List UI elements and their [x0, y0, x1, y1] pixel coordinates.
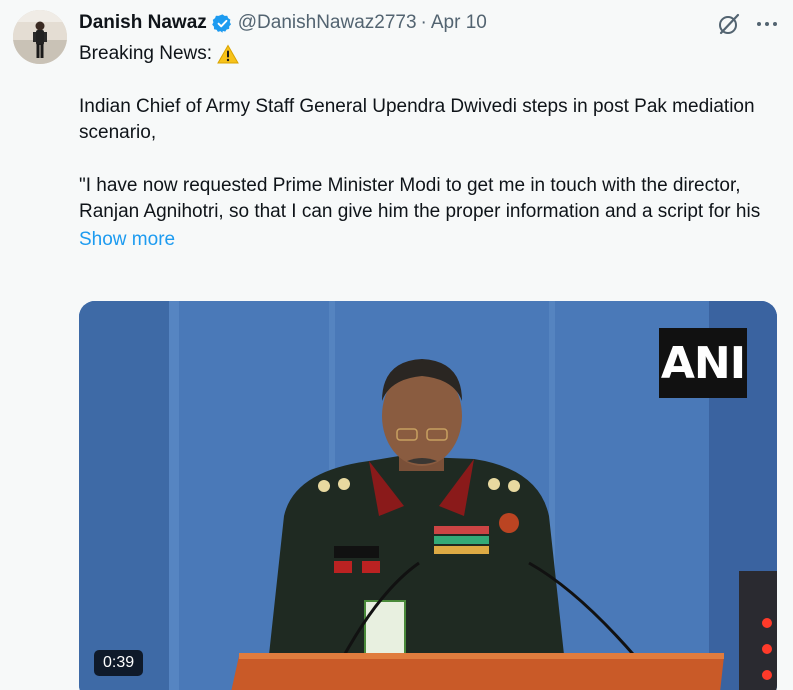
- video-duration: 0:39: [94, 650, 144, 676]
- author-display-name[interactable]: Danish Nawaz: [79, 12, 207, 34]
- ani-watermark: ANI: [659, 328, 747, 398]
- more-icon[interactable]: [754, 11, 780, 37]
- avatar[interactable]: [13, 10, 67, 64]
- warning-icon: [217, 44, 239, 64]
- tweet-heading-line: Breaking News:: [79, 41, 779, 67]
- video-player[interactable]: ANI 0:39: [79, 301, 777, 690]
- header-separator: ·: [420, 12, 427, 33]
- avatar-image: [13, 10, 67, 64]
- grok-icon[interactable]: [716, 11, 742, 37]
- tweet-card[interactable]: Danish Nawaz @DanishNawaz2773 · Apr 10 B…: [0, 0, 793, 690]
- tweet-date[interactable]: Apr 10: [431, 12, 487, 34]
- tweet-paragraph-1: Indian Chief of Army Staff General Upend…: [79, 96, 755, 143]
- tweet-heading: Breaking News:: [79, 43, 213, 64]
- tweet-header: Danish Nawaz @DanishNawaz2773 · Apr 10: [79, 9, 487, 37]
- tweet-text: Breaking News: Indian Chief of Army Staf…: [79, 41, 779, 253]
- author-handle[interactable]: @DanishNawaz2773: [238, 12, 417, 34]
- tweet-paragraph-2: "I have now requested Prime Minister Mod…: [79, 175, 761, 222]
- show-more-link[interactable]: Show more: [79, 227, 779, 253]
- verified-badge-icon: [211, 13, 233, 34]
